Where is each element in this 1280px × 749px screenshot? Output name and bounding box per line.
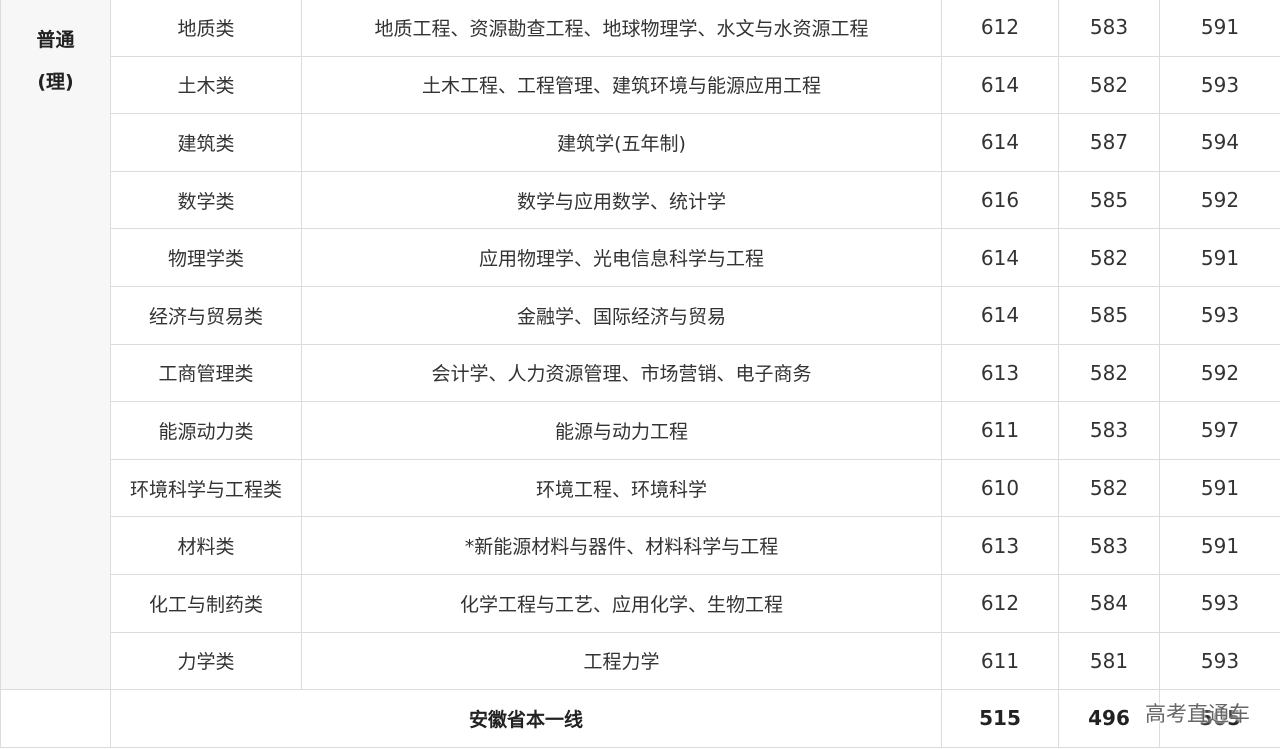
- category-cell: 数学类: [110, 170, 302, 230]
- score-cell-3: 597: [1159, 401, 1280, 460]
- score-cell-1: 611: [941, 631, 1059, 691]
- score-cell-1: 614: [941, 285, 1059, 345]
- table-row: 建筑类 建筑学(五年制) 614 587 594: [1, 113, 1280, 172]
- score-cell-1: 614: [941, 113, 1059, 172]
- score-cell-2: 584: [1058, 573, 1160, 633]
- table-row: 力学类 工程力学 611 581 593: [1, 631, 1280, 691]
- footer-score-2: 496: [1058, 689, 1160, 748]
- majors-cell: 地质工程、资源勘查工程、地球物理学、水文与水资源工程: [301, 0, 942, 57]
- score-cell-3: 592: [1159, 170, 1280, 230]
- category-cell: 经济与贸易类: [110, 285, 302, 345]
- score-cell-3: 591: [1159, 0, 1280, 57]
- table-row: 材料类 *新能源材料与器件、材料科学与工程 613 583 591: [1, 516, 1280, 575]
- majors-cell: 环境工程、环境科学: [301, 458, 942, 518]
- score-cell-2: 582: [1058, 458, 1160, 518]
- score-cell-2: 582: [1058, 55, 1160, 115]
- score-cell-1: 611: [941, 401, 1059, 460]
- majors-cell: 会计学、人力资源管理、市场营销、电子商务: [301, 343, 942, 403]
- score-cell-3: 594: [1159, 113, 1280, 172]
- score-cell-1: 610: [941, 458, 1059, 518]
- score-cell-2: 587: [1058, 113, 1160, 172]
- score-cell-2: 583: [1058, 516, 1160, 575]
- score-cell-2: 585: [1058, 285, 1160, 345]
- score-cell-3: 593: [1159, 285, 1280, 345]
- table-row: 化工与制药类 化学工程与工艺、应用化学、生物工程 612 584 593: [1, 573, 1280, 633]
- score-cell-3: 593: [1159, 573, 1280, 633]
- score-cell-3: 593: [1159, 631, 1280, 691]
- score-cell-1: 612: [941, 0, 1059, 57]
- majors-cell: 能源与动力工程: [301, 401, 942, 460]
- table-row: 环境科学与工程类 环境工程、环境科学 610 582 591: [1, 458, 1280, 518]
- majors-cell: 建筑学(五年制): [301, 113, 942, 172]
- category-cell: 工商管理类: [110, 343, 302, 403]
- group-label-line1: 普通: [36, 29, 75, 51]
- category-cell: 建筑类: [110, 113, 302, 172]
- majors-cell: 数学与应用数学、统计学: [301, 170, 942, 230]
- table-row: 物理学类 应用物理学、光电信息科学与工程 614 582 591: [1, 228, 1280, 287]
- category-cell: 环境科学与工程类: [110, 458, 302, 518]
- category-cell: 材料类: [110, 516, 302, 575]
- category-cell: 物理学类: [110, 228, 302, 287]
- footer-empty-cell: [0, 689, 111, 748]
- score-cell-2: 585: [1058, 170, 1160, 230]
- footer-row: 安徽省本一线 515 496 505: [0, 689, 1280, 748]
- table-row: 经济与贸易类 金融学、国际经济与贸易 614 585 593: [1, 285, 1280, 345]
- table-row: 数学类 数学与应用数学、统计学 616 585 592: [1, 170, 1280, 230]
- score-cell-1: 616: [941, 170, 1059, 230]
- score-cell-3: 591: [1159, 458, 1280, 518]
- score-cell-1: 612: [941, 573, 1059, 633]
- majors-cell: 应用物理学、光电信息科学与工程: [301, 228, 942, 287]
- table-row: 土木类 土木工程、工程管理、建筑环境与能源应用工程 614 582 593: [1, 55, 1280, 115]
- score-cell-2: 582: [1058, 228, 1160, 287]
- score-cell-2: 583: [1058, 0, 1160, 57]
- majors-cell: 工程力学: [301, 631, 942, 691]
- footer-label-cell: 安徽省本一线: [110, 689, 942, 748]
- category-cell: 力学类: [110, 631, 302, 691]
- score-cell-3: 593: [1159, 55, 1280, 115]
- score-cell-1: 614: [941, 228, 1059, 287]
- majors-cell: 土木工程、工程管理、建筑环境与能源应用工程: [301, 55, 942, 115]
- category-cell: 能源动力类: [110, 401, 302, 460]
- score-cell-2: 583: [1058, 401, 1160, 460]
- table-row: 普通 (理) 地质类 地质工程、资源勘查工程、地球物理学、水文与水资源工程 612 583…: [0, 0, 1280, 691]
- footer-score-3: 505: [1159, 689, 1280, 748]
- score-cell-1: 613: [941, 343, 1059, 403]
- score-cell-2: 582: [1058, 343, 1160, 403]
- footer-score-1: 515: [941, 689, 1059, 748]
- category-cell: 地质类: [110, 0, 302, 57]
- table-row: 能源动力类 能源与动力工程 611 583 597: [1, 401, 1280, 460]
- table-row: 工商管理类 会计学、人力资源管理、市场营销、电子商务 613 582 592: [1, 343, 1280, 403]
- category-cell: 土木类: [110, 55, 302, 115]
- score-cell-3: 591: [1159, 228, 1280, 287]
- majors-cell: 金融学、国际经济与贸易: [301, 285, 942, 345]
- group-label-cell: 普通 (理): [0, 0, 111, 691]
- majors-cell: 化学工程与工艺、应用化学、生物工程: [301, 573, 942, 633]
- score-cell-2: 581: [1058, 631, 1160, 691]
- group-label-line2: (理): [37, 71, 74, 93]
- score-cell-1: 613: [941, 516, 1059, 575]
- category-cell: 化工与制药类: [110, 573, 302, 633]
- score-cell-3: 592: [1159, 343, 1280, 403]
- admission-score-table: 普通 (理) 地质类 地质工程、资源勘查工程、地球物理学、水文与水资源工程 612 583…: [0, 0, 1280, 748]
- score-cell-3: 591: [1159, 516, 1280, 575]
- majors-cell: *新能源材料与器件、材料科学与工程: [301, 516, 942, 575]
- score-cell-1: 614: [941, 55, 1059, 115]
